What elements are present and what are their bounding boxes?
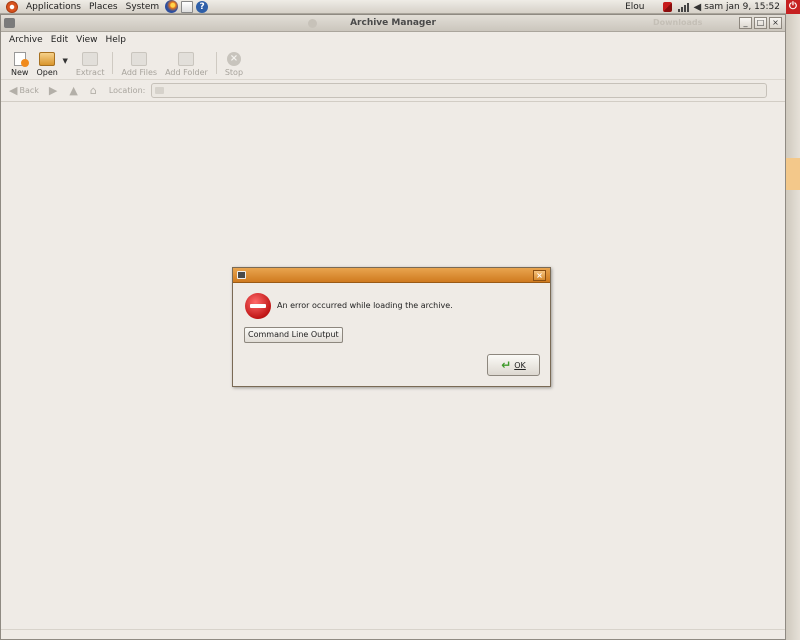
menubar: Archive Edit View Help: [1, 32, 785, 48]
stop-label: Stop: [224, 68, 244, 77]
new-label: New: [11, 68, 29, 77]
error-icon: [245, 293, 271, 319]
close-button[interactable]: ×: [769, 17, 782, 29]
menu-archive[interactable]: Archive: [5, 35, 47, 45]
error-dialog: × An error occurred while loading the ar…: [232, 267, 551, 387]
panel-menu-places[interactable]: Places: [85, 2, 122, 12]
open-button[interactable]: Open ▼: [36, 48, 68, 77]
desktop-background: [786, 14, 800, 640]
stop-icon: ×: [226, 52, 241, 66]
panel-menu-applications[interactable]: Applications: [22, 2, 85, 12]
panel-user[interactable]: Elou: [625, 2, 644, 12]
background-window-title: Downloads: [653, 18, 703, 27]
up-button[interactable]: ▲: [69, 84, 79, 97]
command-line-output-button[interactable]: Command Line Output: [244, 327, 343, 343]
menu-help[interactable]: Help: [101, 35, 130, 45]
dialog-titlebar[interactable]: ×: [233, 268, 550, 283]
location-bar: ◀ Back ▶ ▲ ⌂ Location:: [1, 80, 785, 102]
home-icon: ⌂: [89, 84, 97, 97]
panel-left: Applications Places System ?: [0, 0, 209, 14]
open-folder-icon: [39, 52, 56, 66]
toolbar-separator: [112, 52, 114, 74]
volume-icon[interactable]: ◀: [694, 2, 702, 13]
location-file-icon: [155, 87, 165, 94]
ubuntu-logo-icon[interactable]: [6, 0, 18, 13]
dialog-app-icon[interactable]: [237, 271, 246, 279]
add-folder-icon: [178, 52, 195, 66]
toolbar-separator: [215, 52, 217, 74]
error-message: An error occurred while loading the arch…: [277, 301, 453, 310]
back-label: Back: [19, 86, 39, 95]
location-label: Location:: [108, 86, 146, 95]
forward-arrow-icon: ▶: [48, 84, 58, 97]
statusbar: [1, 629, 785, 639]
location-input[interactable]: [151, 83, 768, 98]
dialog-close-button[interactable]: ×: [533, 270, 546, 281]
minimize-button[interactable]: _: [739, 17, 752, 29]
panel-clock[interactable]: sam jan 9, 15:52: [704, 2, 780, 12]
add-folder-button[interactable]: Add Folder: [165, 48, 208, 77]
firefox-icon[interactable]: [165, 0, 179, 13]
toolbar: New Open ▼ Extract Add Files Add Folder …: [1, 48, 785, 80]
panel-right: Elou ◀ sam jan 9, 15:52 ⏻: [625, 0, 800, 14]
menu-view[interactable]: View: [72, 35, 101, 45]
extract-label: Extract: [75, 68, 105, 77]
ok-check-icon: ↵: [501, 358, 512, 372]
back-arrow-icon: ◀: [9, 84, 18, 97]
help-icon[interactable]: ?: [196, 0, 209, 13]
ok-button[interactable]: ↵ OK: [487, 354, 540, 376]
add-folder-label: Add Folder: [165, 68, 208, 77]
add-files-label: Add Files: [121, 68, 158, 77]
extract-button[interactable]: Extract: [75, 48, 105, 77]
desktop-accent: [786, 158, 800, 190]
back-button[interactable]: ◀ Back: [9, 84, 39, 97]
maximize-button[interactable]: □: [754, 17, 767, 29]
up-arrow-icon: ▲: [69, 84, 78, 97]
panel-menu-system[interactable]: System: [122, 2, 164, 12]
top-panel: Applications Places System ? Elou ◀ sam …: [0, 0, 800, 14]
forward-button[interactable]: ▶: [49, 84, 59, 97]
signal-icon[interactable]: [677, 2, 690, 12]
add-files-icon: [131, 52, 148, 66]
home-button[interactable]: ⌂: [90, 84, 99, 97]
add-files-button[interactable]: Add Files: [121, 48, 157, 77]
new-button[interactable]: New: [11, 48, 29, 77]
stop-button[interactable]: × Stop: [225, 48, 243, 77]
extract-icon: [82, 52, 99, 66]
network-icon[interactable]: [662, 2, 672, 12]
new-archive-icon: [13, 52, 29, 67]
ok-label: OK: [514, 360, 526, 370]
power-icon[interactable]: ⏻: [786, 0, 800, 14]
mail-icon[interactable]: [181, 0, 194, 13]
open-dropdown-icon[interactable]: ▼: [62, 57, 67, 65]
window-titlebar[interactable]: Archive Manager Downloads _ □ ×: [1, 15, 785, 32]
window-controls: _ □ ×: [737, 17, 782, 29]
menu-edit[interactable]: Edit: [47, 35, 72, 45]
open-label: Open: [36, 68, 58, 77]
